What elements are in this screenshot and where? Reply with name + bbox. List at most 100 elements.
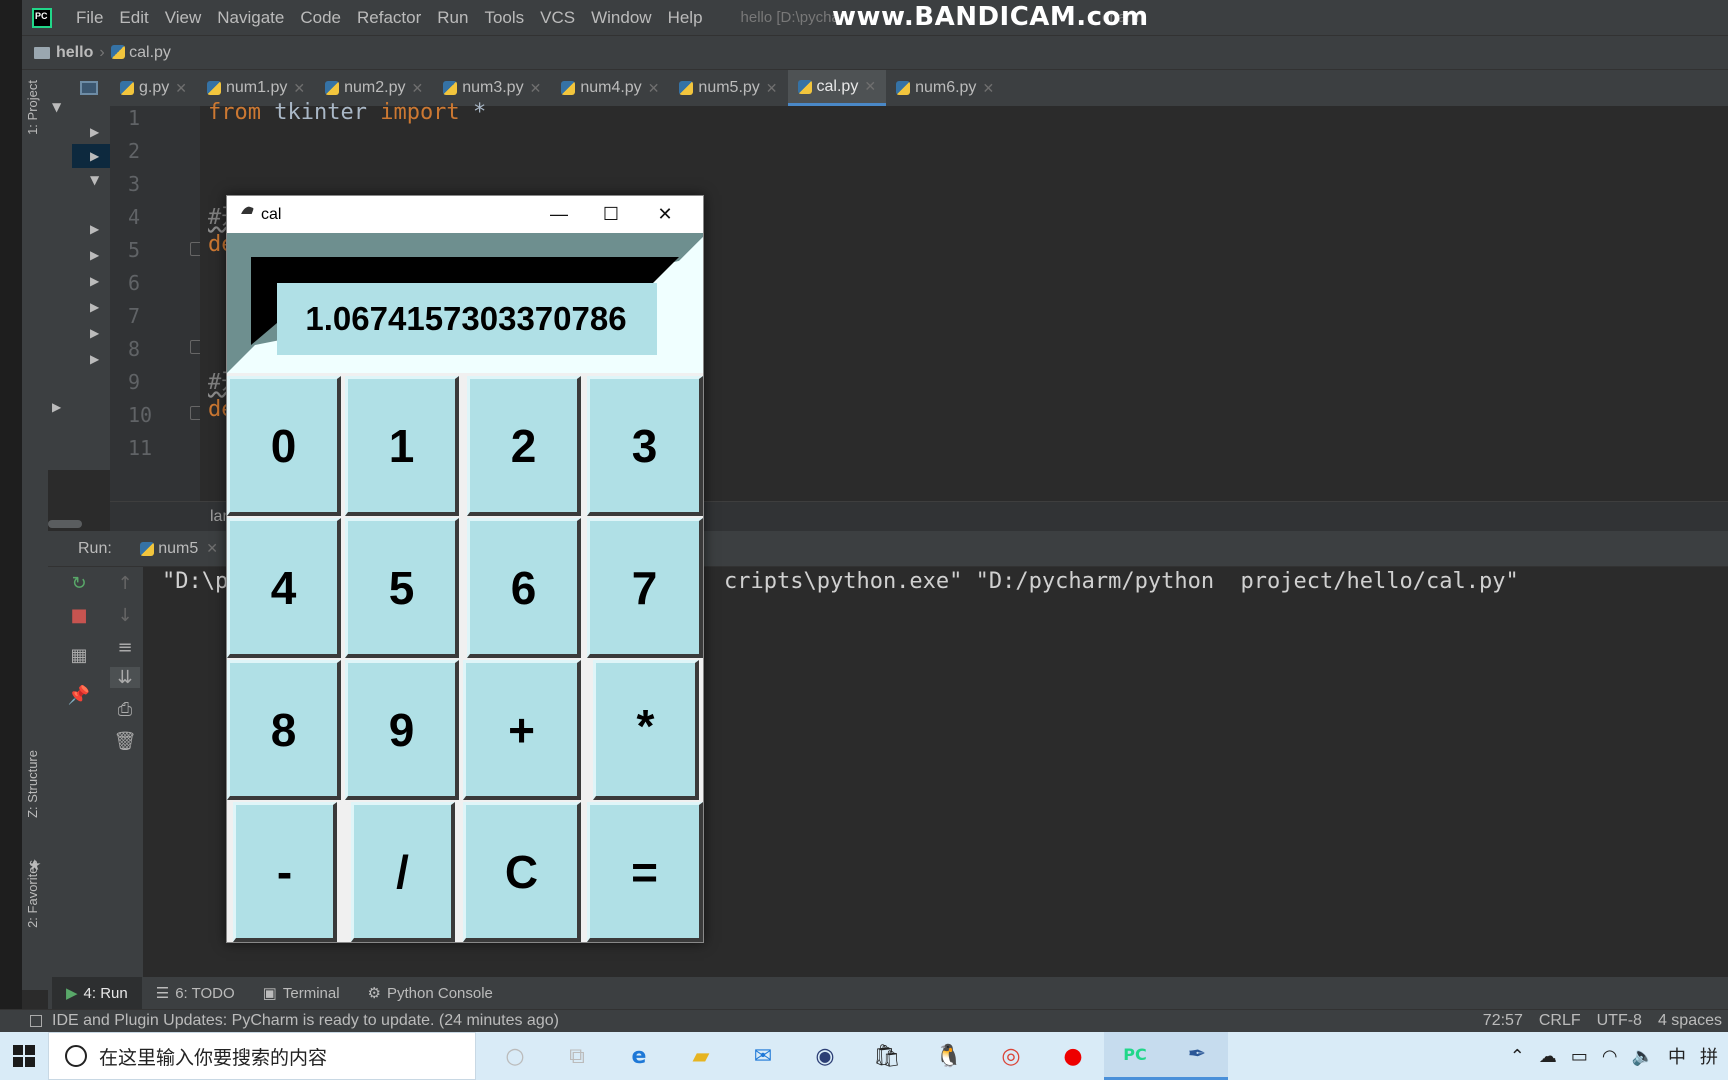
qq-icon[interactable]: 🐧 (918, 1032, 980, 1080)
equals-button[interactable]: = (587, 802, 703, 942)
tree-expand-icon[interactable]: ▼ (52, 100, 61, 114)
layout-icon[interactable]: ▦ (64, 645, 94, 666)
close-icon[interactable]: ✕ (982, 80, 994, 97)
menu-tools[interactable]: Tools (476, 8, 532, 28)
task-view-icon[interactable]: ⧉ (546, 1032, 608, 1080)
onedrive-icon[interactable]: ☁ (1539, 1046, 1557, 1067)
caret-position[interactable]: 72:57 (1483, 1012, 1523, 1030)
menu-edit[interactable]: Edit (111, 8, 156, 28)
terminal-tool-button[interactable]: ▣ Terminal (249, 977, 354, 1009)
close-icon[interactable]: ✕ (864, 78, 876, 95)
digit-6-button[interactable]: 6 (467, 518, 581, 658)
close-icon[interactable]: ✕ (206, 540, 218, 557)
cortana-icon[interactable]: ○ (484, 1032, 546, 1080)
digit-9-button[interactable]: 9 (345, 660, 459, 800)
bandicam-record-icon[interactable]: ● (1042, 1032, 1104, 1080)
close-icon[interactable]: ✕ (411, 80, 423, 97)
chrome-icon[interactable]: ◎ (980, 1032, 1042, 1080)
tree-node-icon[interactable]: ▶ (90, 274, 99, 288)
digit-5-button[interactable]: 5 (345, 518, 459, 658)
eclipse-icon[interactable]: ◉ (794, 1032, 856, 1080)
up-arrow-icon[interactable]: ↑ (110, 573, 140, 594)
menu-window[interactable]: Window (583, 8, 659, 28)
rerun-icon[interactable]: ↻ (64, 573, 94, 594)
start-button[interactable] (0, 1032, 48, 1080)
line-separator[interactable]: CRLF (1539, 1012, 1581, 1030)
tab-g-py[interactable]: g.py ✕ (110, 70, 197, 106)
project-tool-button[interactable]: 1: Project (25, 80, 40, 135)
menu-file[interactable]: File (68, 8, 111, 28)
digit-4-button[interactable]: 4 (227, 518, 341, 658)
clear-button[interactable]: C (463, 802, 581, 942)
tree-node-icon[interactable]: ▶ (90, 300, 99, 314)
close-icon[interactable]: ✕ (766, 80, 778, 97)
tree-node-icon[interactable]: ▶ (90, 125, 99, 139)
multiply-button[interactable]: * (593, 660, 699, 800)
volume-icon[interactable]: 🔈 (1632, 1046, 1654, 1067)
down-arrow-icon[interactable]: ↓ (110, 605, 140, 626)
store-icon[interactable]: 🛍 (856, 1032, 918, 1080)
menu-run[interactable]: Run (429, 8, 476, 28)
divide-button[interactable]: / (351, 802, 455, 942)
tab-list-icon[interactable] (80, 81, 98, 95)
digit-3-button[interactable]: 3 (587, 376, 703, 516)
pin-icon[interactable]: 📌 (64, 685, 94, 706)
print-icon[interactable]: ⎙ (110, 699, 140, 720)
add-button[interactable]: + (463, 660, 581, 800)
close-icon[interactable]: ✕ (293, 80, 305, 97)
tab-cal-py[interactable]: cal.py ✕ (787, 70, 887, 106)
tree-node-icon[interactable]: ▶ (90, 326, 99, 340)
digit-8-button[interactable]: 8 (227, 660, 341, 800)
trash-icon[interactable]: 🗑 (110, 731, 140, 752)
maximize-icon[interactable]: ☐ (585, 196, 637, 233)
horizontal-scrollbar[interactable] (48, 520, 82, 528)
status-message[interactable]: IDE and Plugin Updates: PyCharm is ready… (52, 1012, 559, 1030)
ime-mode-indicator[interactable]: 拼 (1700, 1043, 1718, 1069)
close-icon[interactable]: ✕ (175, 80, 187, 97)
ime-indicator[interactable]: 中 (1668, 1043, 1686, 1069)
battery-icon[interactable]: ▭ (1571, 1046, 1588, 1067)
subtract-button[interactable]: - (233, 802, 337, 942)
scroll-to-end-icon[interactable]: ⇊ (110, 667, 140, 688)
stop-icon[interactable]: ■ (64, 605, 94, 626)
status-toggle-icon[interactable] (30, 1015, 42, 1027)
digit-2-button[interactable]: 2 (467, 376, 581, 516)
menu-code[interactable]: Code (292, 8, 349, 28)
edge-browser-icon[interactable]: e (608, 1032, 670, 1080)
calculator-titlebar[interactable]: cal — ☐ ✕ (227, 196, 703, 233)
tray-chevron-icon[interactable]: ⌃ (1510, 1046, 1525, 1067)
breadcrumb-file-wrap[interactable]: cal.py (110, 44, 171, 62)
menu-refactor[interactable]: Refactor (349, 8, 429, 28)
menu-view[interactable]: View (157, 8, 210, 28)
soft-wrap-icon[interactable]: ≡ (110, 637, 140, 658)
minimize-icon[interactable]: — (533, 196, 585, 233)
tree-node-icon[interactable]: ▶ (90, 248, 99, 262)
menu-help[interactable]: Help (660, 8, 711, 28)
digit-1-button[interactable]: 1 (345, 376, 459, 516)
indent-setting[interactable]: 4 spaces (1658, 1012, 1722, 1030)
taskbar-search[interactable]: 在这里输入你要搜索的内容 (48, 1032, 476, 1080)
breadcrumb-project[interactable]: hello (56, 44, 93, 62)
digit-7-button[interactable]: 7 (587, 518, 703, 658)
pycharm-taskbar-icon[interactable]: PC (1104, 1032, 1166, 1080)
tree-node-icon[interactable]: ▶ (90, 149, 99, 163)
structure-tool-button[interactable]: Z: Structure (25, 750, 40, 818)
tree-node-icon[interactable]: ▶ (90, 352, 99, 366)
file-encoding[interactable]: UTF-8 (1597, 1012, 1642, 1030)
python-console-tool-button[interactable]: ⚙ Python Console (354, 977, 507, 1009)
tab-num6-py[interactable]: num6.py ✕ (886, 70, 1004, 106)
close-icon[interactable]: ✕ (639, 196, 691, 233)
tree-node-icon[interactable]: ▶ (90, 222, 99, 236)
close-icon[interactable]: ✕ (530, 80, 542, 97)
file-explorer-icon[interactable]: ▰ (670, 1032, 732, 1080)
todo-tool-button[interactable]: ☰ 6: TODO (142, 977, 249, 1009)
run-tab-num5[interactable]: num5 ✕ (139, 540, 218, 558)
digit-0-button[interactable]: 0 (227, 376, 341, 516)
close-icon[interactable]: ✕ (648, 80, 660, 97)
tkinter-feather-icon[interactable]: ✒ (1166, 1032, 1228, 1080)
mail-icon[interactable]: ✉ (732, 1032, 794, 1080)
tree-expand-icon[interactable]: ▼ (90, 173, 99, 187)
wifi-icon[interactable]: ◠ (1602, 1046, 1618, 1067)
tree-node-icon[interactable]: ▶ (52, 400, 61, 414)
run-tool-button[interactable]: ▶ 4: Run (52, 977, 142, 1009)
